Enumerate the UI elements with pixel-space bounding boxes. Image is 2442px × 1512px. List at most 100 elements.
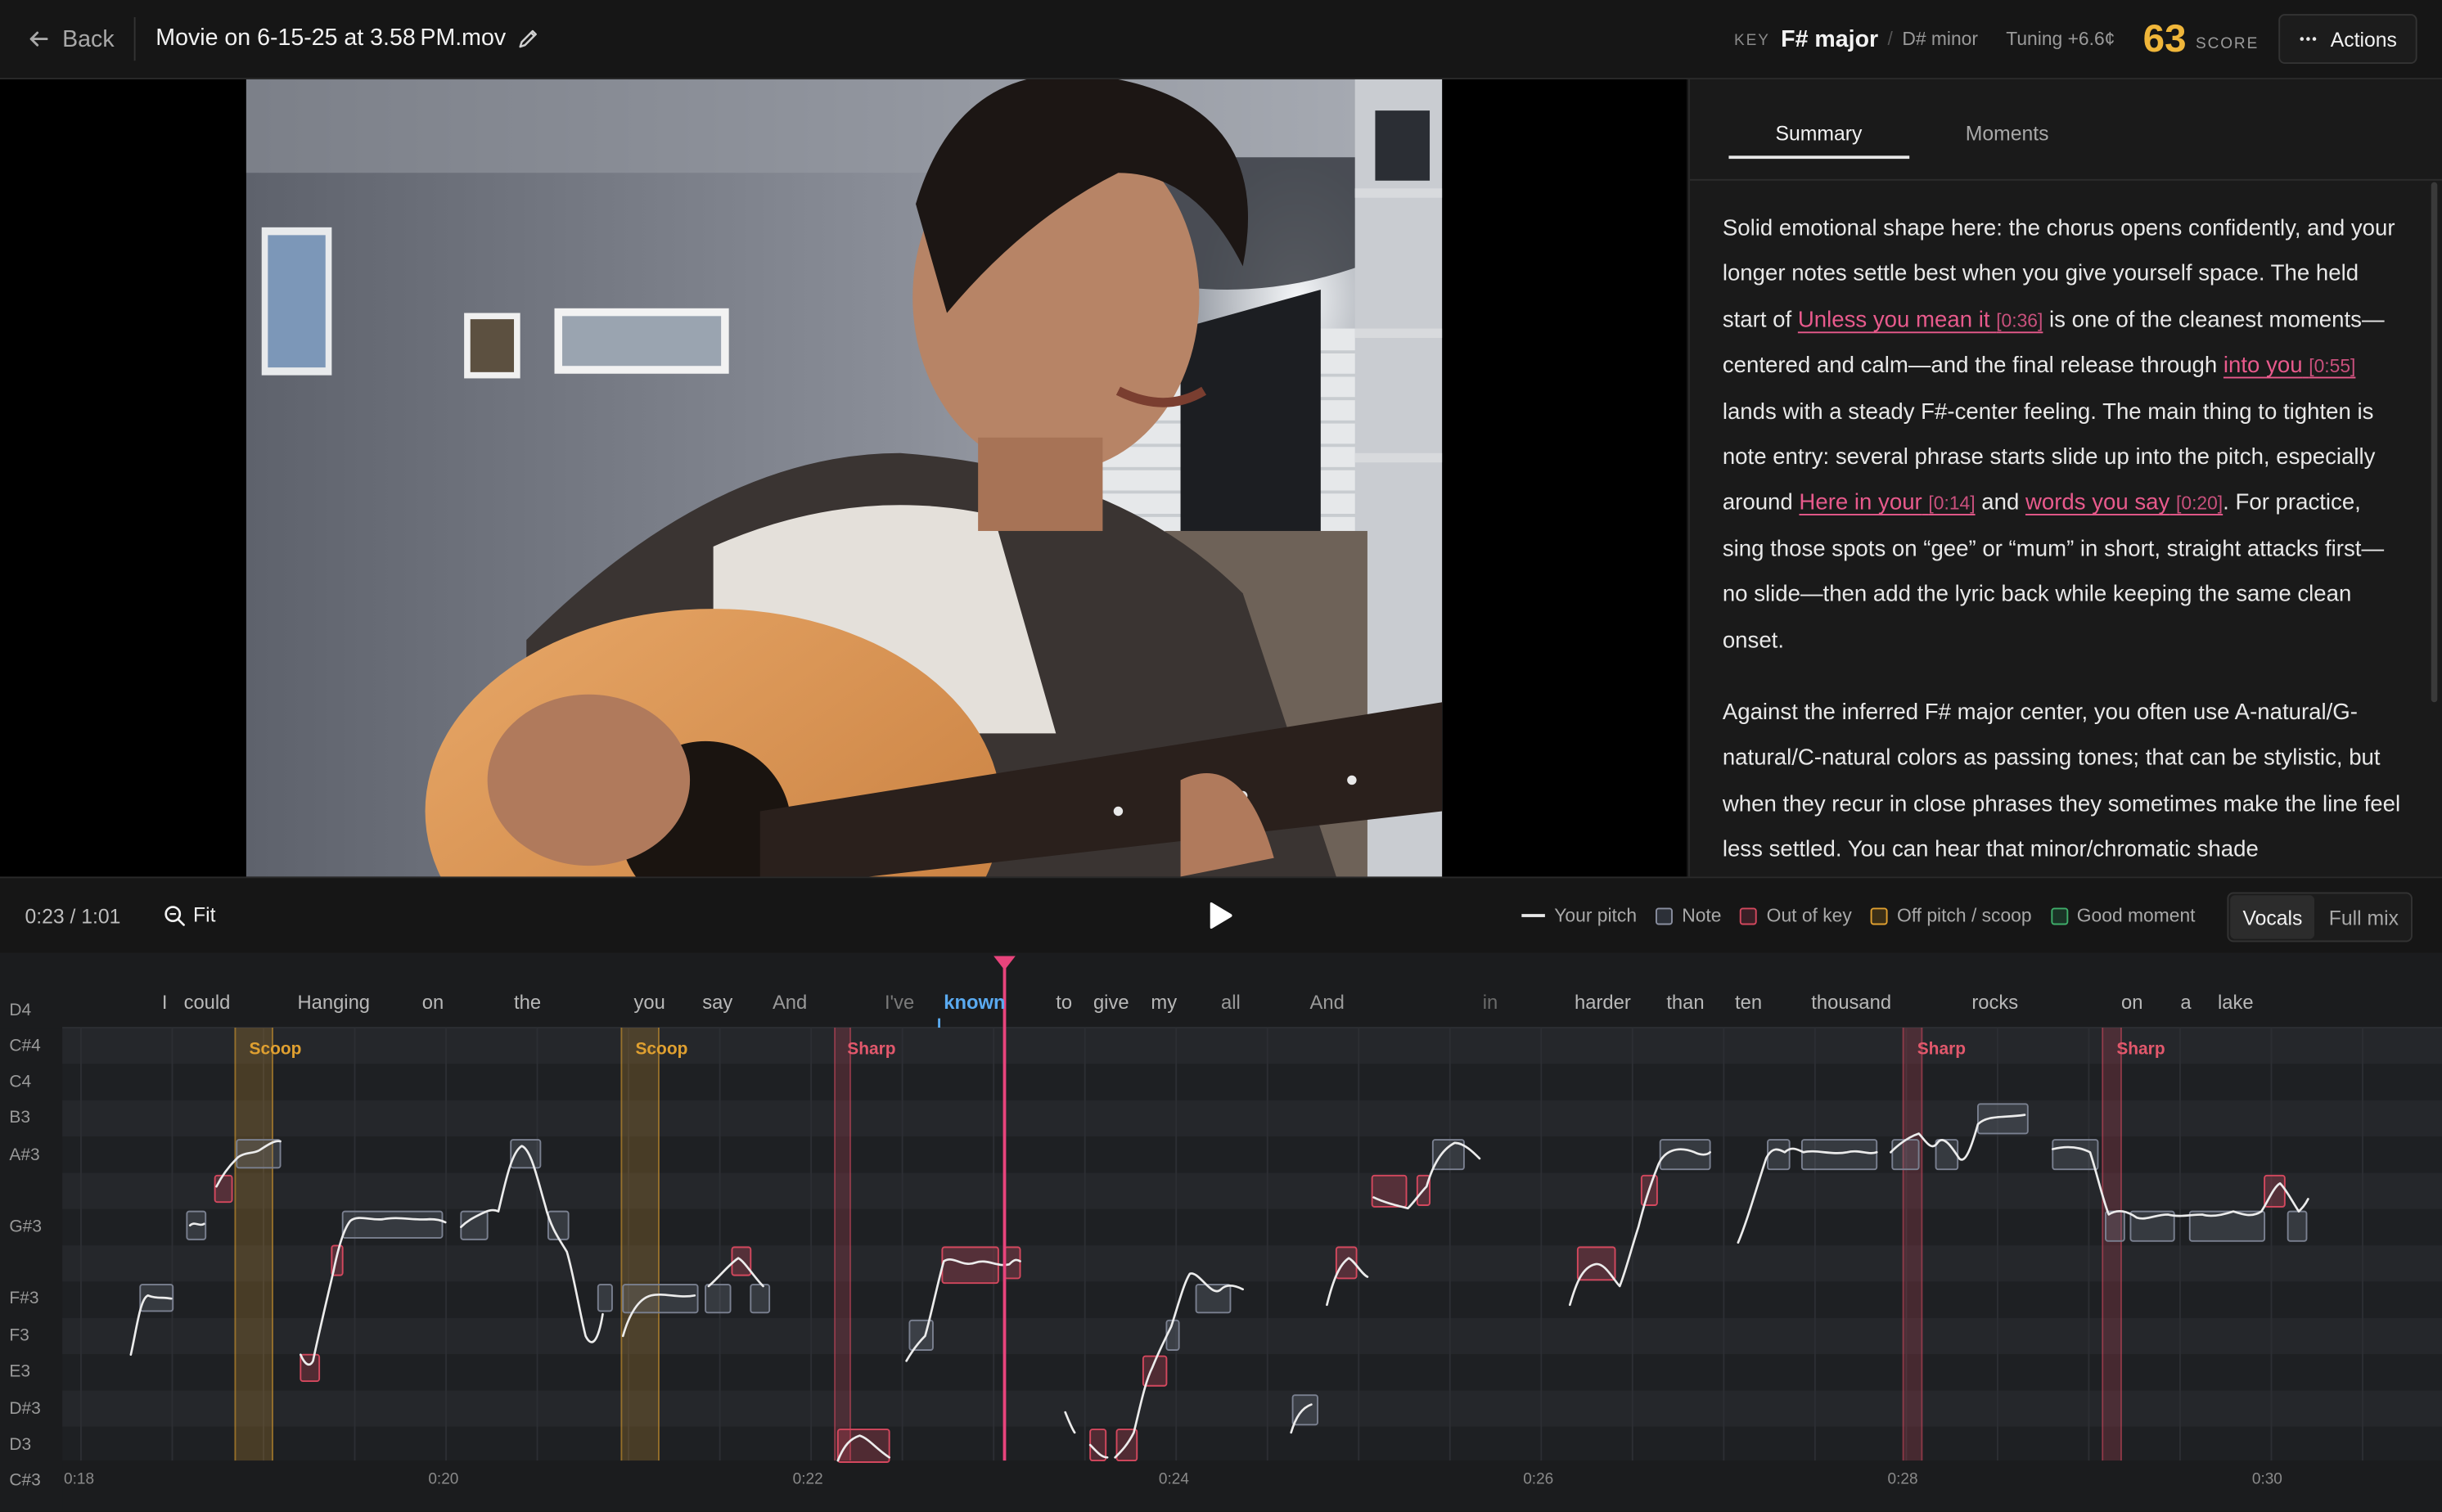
moment-timestamp: [0:20]	[2176, 493, 2223, 515]
pitch-lane	[62, 1100, 2442, 1137]
header-stats: KEY F# major / D# minor Tuning +6.6¢ 63 …	[1734, 12, 2417, 65]
moment-link-text: Unless you mean it	[1797, 308, 1990, 333]
moment-link-words-you-say[interactable]: words you say [0:20]	[2025, 491, 2223, 515]
summary-text: Solid emotional shape here: the chorus o…	[1723, 207, 2408, 876]
note-box	[597, 1284, 613, 1312]
lyric-word[interactable]: than	[1666, 992, 1704, 1014]
pitch-roll[interactable]: D4 C#4 C4 B3 A#3 G#3 F#3 F3 E3 D#3 D3 C#…	[0, 952, 2442, 1512]
lyric-word[interactable]: And	[773, 992, 807, 1014]
pitch-trace	[188, 1222, 205, 1227]
video-scene-image	[246, 79, 1443, 877]
pitch-lane	[62, 1064, 2442, 1100]
lyric-word[interactable]: Hanging	[297, 992, 370, 1014]
pitch-label: D#3	[9, 1399, 40, 1418]
back-button[interactable]: Back	[28, 24, 115, 55]
marker-band	[2102, 1028, 2122, 1461]
pencil-icon[interactable]	[517, 28, 539, 50]
pitch-label: D4	[9, 1001, 31, 1019]
video-player[interactable]	[0, 79, 1687, 877]
summary-paragraph-1: Solid emotional shape here: the chorus o…	[1723, 207, 2408, 665]
note-box	[341, 1210, 444, 1239]
out-of-key-note	[941, 1246, 999, 1285]
lyric-word[interactable]: I've	[885, 992, 914, 1014]
lyric-word[interactable]: give	[1093, 992, 1129, 1014]
lyric-word[interactable]: in	[1483, 992, 1498, 1014]
zoom-icon	[164, 905, 185, 925]
fit-button[interactable]: Fit	[164, 902, 216, 927]
lyric-word[interactable]: all	[1221, 992, 1241, 1014]
time-tick: 0:24	[1159, 1471, 1189, 1488]
lyric-word[interactable]: I	[162, 992, 168, 1014]
note-box	[1800, 1139, 1878, 1171]
note-box	[750, 1284, 771, 1314]
moment-link-here-in-your[interactable]: Here in your [0:14]	[1799, 491, 1975, 515]
lyric-word-active[interactable]: known	[944, 992, 1005, 1014]
more-horizontal-icon	[2300, 37, 2317, 41]
pitch-label: C#3	[9, 1471, 40, 1490]
full-mix-option[interactable]: Full mix	[2317, 893, 2412, 940]
header-divider	[133, 16, 136, 61]
marker-band	[621, 1028, 660, 1461]
note-box	[2129, 1210, 2175, 1242]
actions-label: Actions	[2330, 27, 2397, 51]
moment-link-into-you[interactable]: into you [0:55]	[2223, 353, 2355, 378]
lyric-word[interactable]: my	[1151, 992, 1177, 1014]
transport-bar: 0:23 / 1:01 Fit Your pitch Note Out of k…	[0, 876, 2442, 955]
panel-scrollbar[interactable]	[2431, 182, 2438, 703]
lyric-word[interactable]: thousand	[1811, 992, 1891, 1014]
tab-summary[interactable]: Summary	[1776, 121, 1863, 145]
video-frame	[246, 79, 1443, 877]
pitch-lane	[62, 1172, 2442, 1209]
note-box	[908, 1319, 934, 1351]
legend-box-swatch	[1655, 907, 1673, 925]
moment-timestamp: [0:55]	[2309, 355, 2356, 377]
moment-link-text: words you say	[2025, 491, 2170, 516]
pitch-label: D3	[9, 1435, 31, 1454]
time-tick: 0:30	[2252, 1471, 2282, 1488]
legend-box-swatch	[1740, 907, 1758, 925]
pitch-lane	[62, 1028, 2442, 1064]
lyric-word[interactable]: ten	[1735, 992, 1762, 1014]
pitch-label: C#4	[9, 1037, 41, 1055]
note-box	[1891, 1139, 1920, 1171]
lyric-word[interactable]: you	[634, 992, 665, 1014]
lyric-word[interactable]: the	[514, 992, 541, 1014]
scoop-marker-label: Scoop	[635, 1039, 687, 1058]
vocals-option[interactable]: Vocals	[2230, 895, 2315, 939]
sharp-marker-label: Sharp	[1917, 1039, 1966, 1058]
lyric-word[interactable]: harder	[1575, 992, 1631, 1014]
legend-label: Out of key	[1766, 904, 1852, 927]
tab-moments[interactable]: Moments	[1966, 121, 2049, 145]
moment-link-unless-you-mean-it[interactable]: Unless you mean it [0:36]	[1798, 308, 2043, 332]
fit-label: Fit	[192, 902, 216, 927]
lyric-word[interactable]: a	[2180, 992, 2192, 1014]
legend-box-swatch	[1870, 907, 1888, 925]
note-box	[1195, 1284, 1232, 1314]
key-alternate: D# minor	[1902, 28, 1978, 50]
lyric-word[interactable]: lake	[2218, 992, 2254, 1014]
top-bar: Back Movie on 6-15-25 at 3.58 PM.mov KEY…	[0, 0, 2442, 80]
actions-button[interactable]: Actions	[2278, 14, 2417, 65]
note-box	[2188, 1210, 2266, 1242]
moment-timestamp: [0:14]	[1928, 493, 1976, 515]
marker-band	[235, 1028, 273, 1461]
legend-box-swatch	[2050, 907, 2068, 925]
file-title: Movie on 6-15-25 at 3.58 PM.mov	[155, 25, 507, 52]
pitch-label: B3	[9, 1108, 30, 1127]
lyric-word[interactable]: rocks	[1971, 992, 2018, 1014]
lyric-word[interactable]: to	[1056, 992, 1072, 1014]
tuning-readout: Tuning +6.6¢	[2006, 28, 2115, 50]
legend-off-pitch: Off pitch / scoop	[1870, 905, 2032, 926]
lyric-word[interactable]: say	[702, 992, 732, 1014]
lyric-word[interactable]: on	[2121, 992, 2142, 1014]
lyric-word[interactable]: could	[184, 992, 231, 1014]
sharp-marker-label: Sharp	[847, 1039, 895, 1058]
pitch-lane	[62, 1426, 2442, 1464]
play-icon[interactable]	[1202, 898, 1237, 933]
time-tick: 0:18	[64, 1471, 94, 1488]
pitch-lane	[62, 1354, 2442, 1391]
time-tick: 0:28	[1888, 1471, 1918, 1488]
note-box	[705, 1284, 732, 1314]
lyric-word[interactable]: on	[422, 992, 444, 1014]
lyric-word[interactable]: And	[1310, 992, 1345, 1014]
